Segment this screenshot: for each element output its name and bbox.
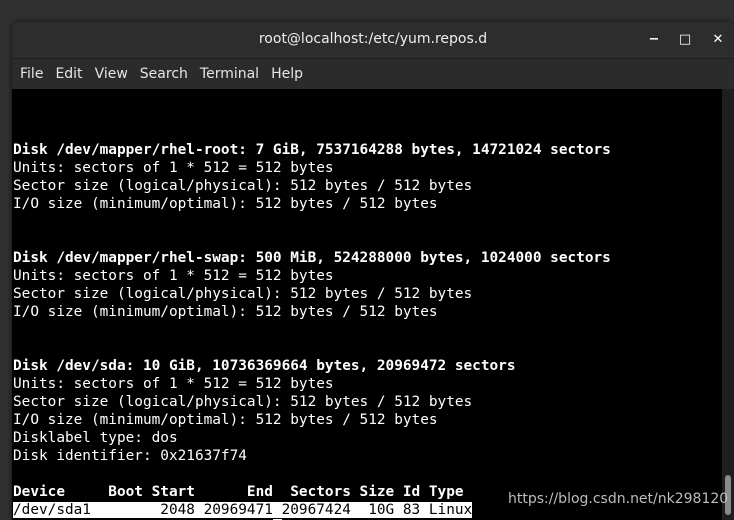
menu-view[interactable]: View [89, 66, 134, 82]
watermark: https://blog.csdn.net/nk298120 [508, 491, 729, 507]
blank-line [13, 123, 611, 141]
title-bar[interactable]: root@localhost:/etc/yum.repos.d − □ ✕ [12, 22, 734, 59]
output-line: Sector size (logical/physical): 512 byte… [13, 286, 473, 302]
blank-line [13, 339, 611, 357]
menu-help[interactable]: Help [265, 66, 309, 82]
terminal-output[interactable]: Disk /dev/mapper/rhel-root: 7 GiB, 75371… [12, 89, 722, 520]
maximize-icon[interactable]: □ [675, 30, 695, 50]
vertical-scrollbar[interactable] [722, 89, 734, 520]
menu-terminal[interactable]: Terminal [194, 66, 265, 82]
window-title: root@localhost:/etc/yum.repos.d [258, 31, 488, 47]
menu-edit[interactable]: Edit [49, 66, 88, 82]
terminal-lines: Disk /dev/mapper/rhel-root: 7 GiB, 75371… [13, 123, 611, 520]
menu-bar: File Edit View Search Terminal Help [12, 59, 734, 90]
output-line: Disk /dev/mapper/rhel-root: 7 GiB, 75371… [13, 142, 611, 158]
output-line: I/O size (minimum/optimal): 512 bytes / … [13, 196, 438, 212]
output-line: I/O size (minimum/optimal): 512 bytes / … [13, 412, 438, 428]
output-line: I/O size (minimum/optimal): 512 bytes / … [13, 304, 438, 320]
blank-line [13, 465, 611, 483]
blank-line [13, 321, 611, 339]
menu-file[interactable]: File [14, 66, 49, 82]
partition-row-text[interactable]: /dev/sda1 2048 20969471 20967424 10G 83 … [13, 502, 473, 518]
minimize-icon[interactable]: − [644, 30, 664, 50]
output-line: Units: sectors of 1 * 512 = 512 bytes [13, 268, 334, 284]
blank-line [13, 231, 611, 249]
output-line: Units: sectors of 1 * 512 = 512 bytes [13, 376, 334, 392]
output-line: Disk /dev/mapper/rhel-swap: 500 MiB, 524… [13, 250, 611, 266]
output-line: Sector size (logical/physical): 512 byte… [13, 178, 473, 194]
output-line: Disklabel type: dos [13, 430, 178, 446]
blank-line [13, 213, 611, 231]
output-line: Disk /dev/sda: 10 GiB, 10736369664 bytes… [13, 358, 516, 374]
output-line: Sector size (logical/physical): 512 byte… [13, 394, 473, 410]
terminal-window: root@localhost:/etc/yum.repos.d − □ ✕ Fi… [12, 22, 734, 520]
output-line: Disk identifier: 0x21637f74 [13, 448, 247, 464]
desktop: root@localhost:/etc/yum.repos.d − □ ✕ Fi… [0, 0, 734, 520]
output-line: Units: sectors of 1 * 512 = 512 bytes [13, 160, 334, 176]
close-icon[interactable]: ✕ [708, 30, 728, 50]
menu-search[interactable]: Search [134, 66, 194, 82]
